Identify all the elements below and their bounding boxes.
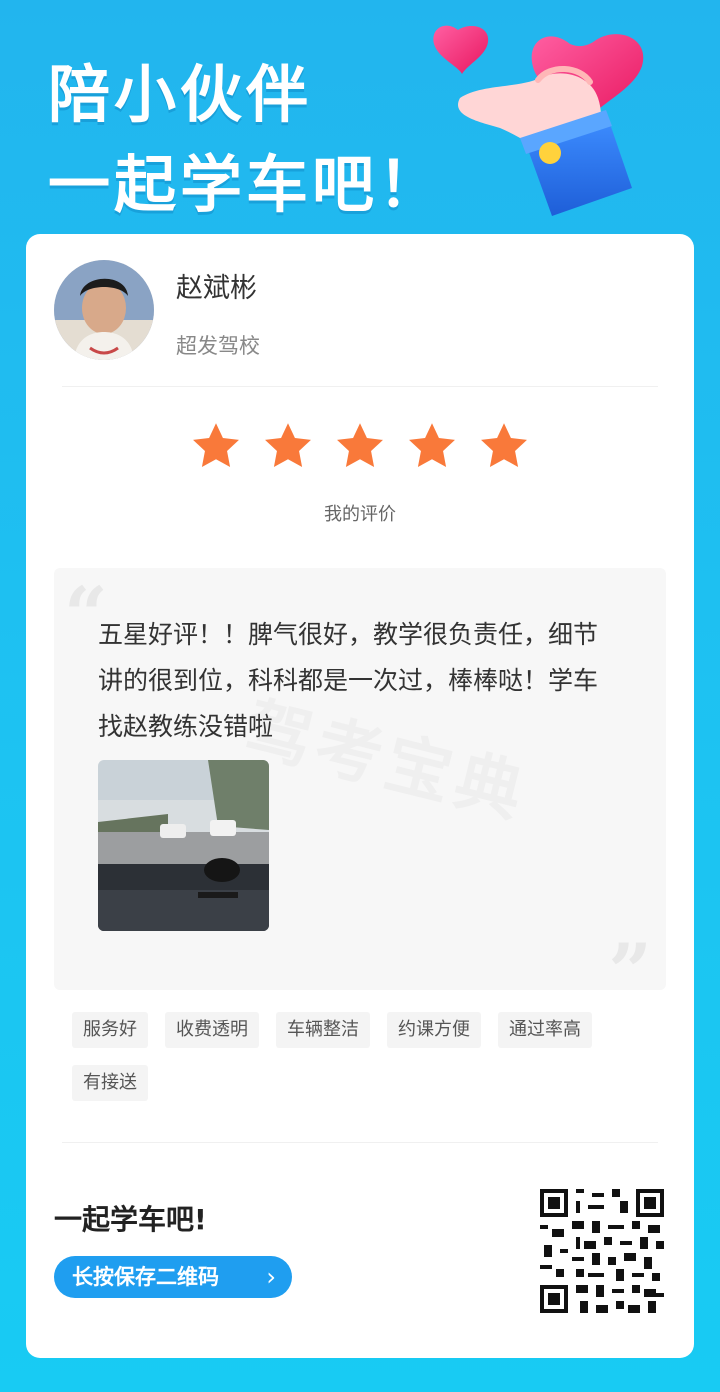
chevron-right-icon: ›	[266, 1263, 276, 1291]
hero-title-line1: 陪小伙伴	[48, 58, 313, 131]
coach-avatar	[54, 260, 154, 360]
tag-list: 服务好 收费透明 车辆整洁 约课方便 通过率高 有接送	[72, 1012, 662, 1101]
star-icon	[337, 423, 383, 468]
tag: 有接送	[72, 1065, 148, 1101]
dashed-divider	[62, 1142, 658, 1143]
review-photo[interactable]	[98, 760, 269, 931]
save-qr-button[interactable]: 长按保存二维码 ›	[54, 1256, 292, 1298]
close-quote-icon: ”	[608, 927, 652, 990]
review-text: 五星好评！！脾气很好，教学很负责任，细节讲的很到位，科科都是一次过，棒棒哒！学车…	[98, 620, 599, 741]
footer-title: 一起学车吧!	[54, 1203, 207, 1236]
tag: 通过率高	[498, 1012, 592, 1048]
divider	[62, 386, 658, 387]
review-card: 赵斌彬 超发驾校 我的评价 “ 驾考宝典 五星好评！！脾气很好，教学很负责任，细…	[26, 234, 694, 1358]
school-name: 超发驾校	[176, 334, 260, 358]
heart-hand-illustration	[433, 25, 644, 216]
tag: 收费透明	[165, 1012, 259, 1048]
tag: 车辆整洁	[276, 1012, 370, 1048]
tag: 约课方便	[387, 1012, 481, 1048]
star-icon	[265, 423, 311, 468]
star-icon	[481, 423, 527, 468]
coach-name: 赵斌彬	[176, 273, 257, 304]
review-box: “ 驾考宝典 五星好评！！脾气很好，教学很负责任，细节讲的很到位，科科都是一次过…	[54, 568, 666, 990]
star-icon	[193, 423, 239, 468]
tag: 服务好	[72, 1012, 148, 1048]
star-icon	[409, 423, 455, 468]
star-rating	[26, 420, 694, 472]
save-qr-label: 长按保存二维码	[72, 1265, 219, 1289]
qr-code[interactable]	[540, 1189, 664, 1313]
rating-label: 我的评价	[324, 504, 396, 525]
hero-title-line2: 一起学车吧！	[48, 148, 445, 221]
